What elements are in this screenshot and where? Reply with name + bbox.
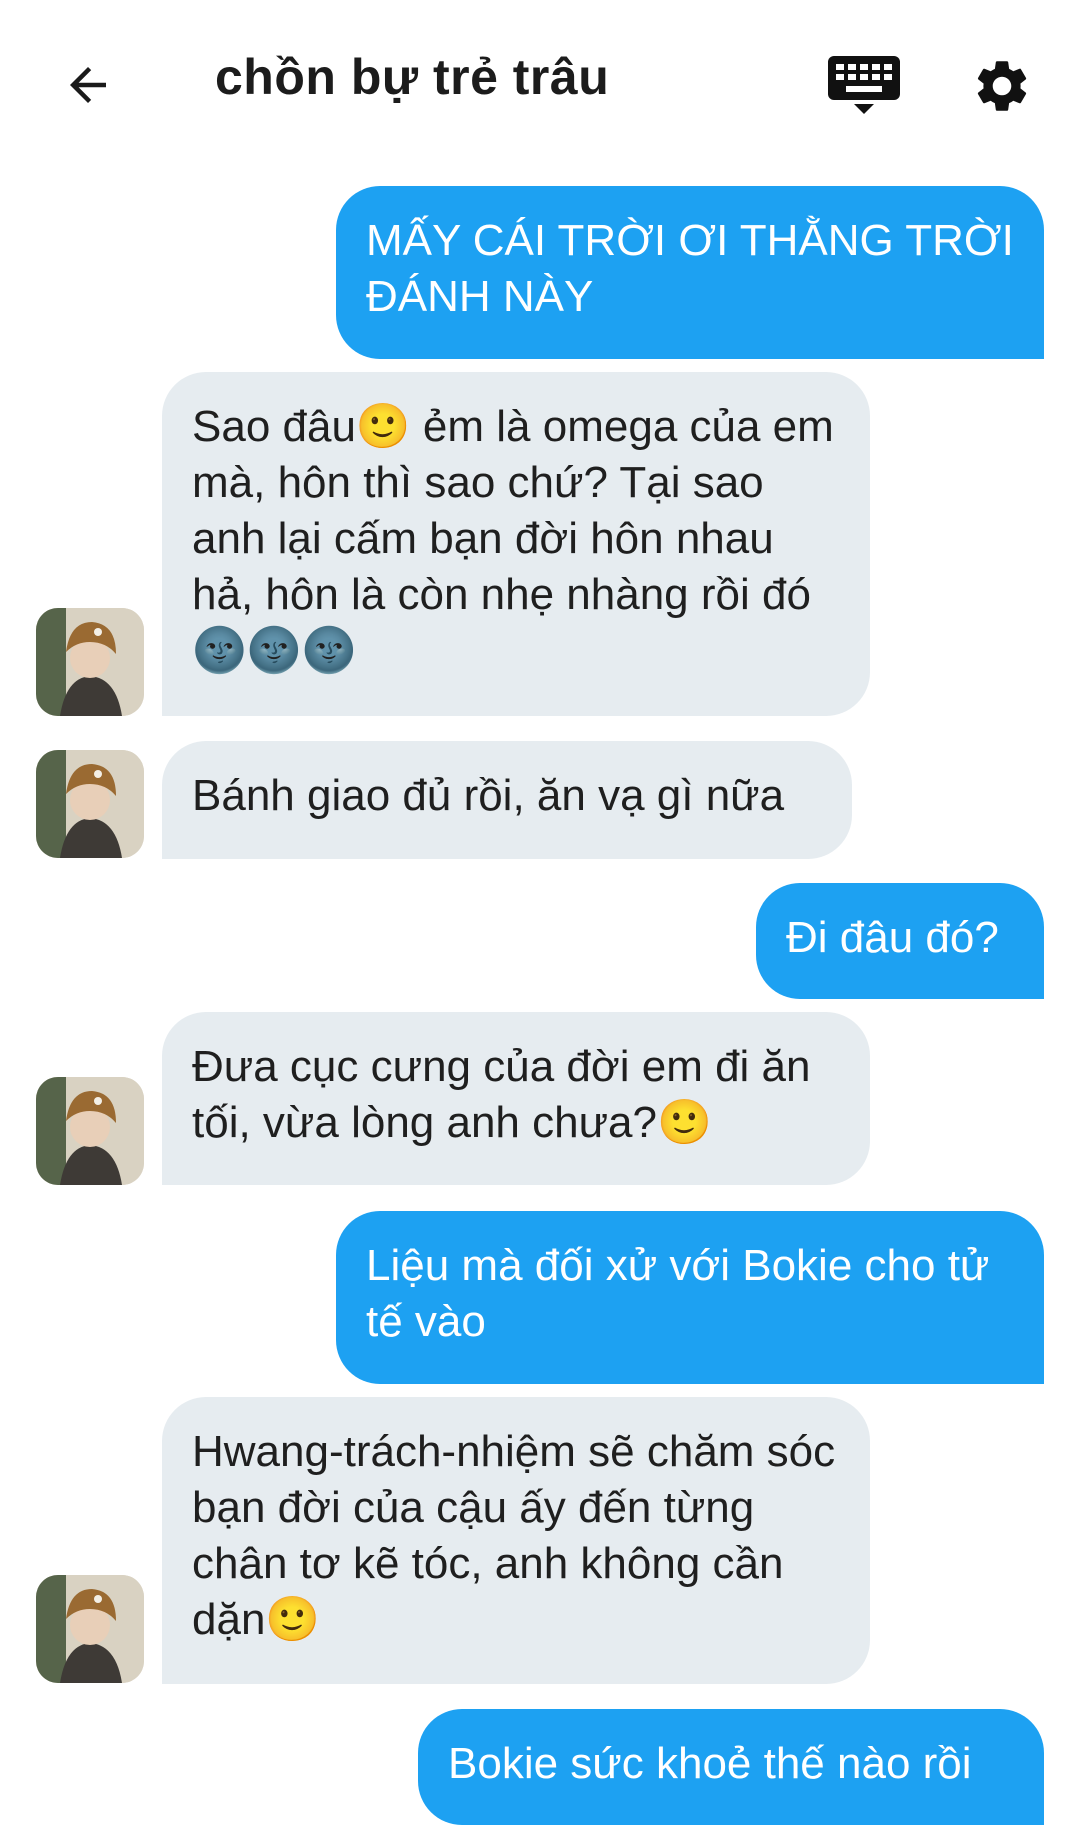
arrow-left-icon	[70, 67, 106, 103]
message-bubble-outgoing[interactable]: MẤY CÁI TRỜI ƠI THẰNG TRỜI ĐÁNH NÀY	[336, 186, 1044, 359]
message-bubble-incoming[interactable]: Bánh giao đủ rồi, ăn vạ gì nữa	[162, 741, 852, 859]
chat-header: chồn bự trẻ trâu	[0, 0, 1080, 170]
avatar[interactable]	[36, 1077, 144, 1185]
avatar-image	[36, 1077, 144, 1185]
message-text: Hwang-trách-nhiệm sẽ chăm sóc bạn đời củ…	[192, 1427, 848, 1644]
message-bubble-incoming[interactable]: Hwang-trách-nhiệm sẽ chăm sóc bạn đời củ…	[162, 1397, 870, 1684]
message-bubble-outgoing[interactable]: Đi đâu đó?	[756, 883, 1044, 999]
message-text: Bokie sức khoẻ thế nào rồi	[448, 1739, 972, 1788]
message-text: Sao đâu🙂 ẻm là omega của em mà, hôn thì …	[192, 402, 847, 675]
keyboard-toggle-button[interactable]	[818, 48, 910, 122]
avatar-image	[36, 750, 144, 858]
message-text: Bánh giao đủ rồi, ăn vạ gì nữa	[192, 771, 785, 820]
gear-icon	[977, 61, 1027, 111]
keyboard-icon	[828, 56, 900, 114]
avatar[interactable]	[36, 1575, 144, 1683]
avatar[interactable]	[36, 750, 144, 858]
message-bubble-outgoing[interactable]: Bokie sức khoẻ thế nào rồi	[418, 1709, 1044, 1825]
settings-button[interactable]	[962, 50, 1042, 122]
message-bubble-incoming[interactable]: Đưa cục cưng của đời em đi ăn tối, vừa l…	[162, 1012, 870, 1185]
message-bubble-outgoing[interactable]: Liệu mà đối xử với Bokie cho tử tế vào	[336, 1211, 1044, 1384]
message-text: Đưa cục cưng của đời em đi ăn tối, vừa l…	[192, 1042, 823, 1147]
message-bubble-incoming[interactable]: Sao đâu🙂 ẻm là omega của em mà, hôn thì …	[162, 372, 870, 716]
avatar-image	[36, 1575, 144, 1683]
avatar[interactable]	[36, 608, 144, 716]
message-text: Liệu mà đối xử với Bokie cho tử tế vào	[366, 1241, 1002, 1346]
back-button[interactable]	[48, 50, 128, 120]
message-text: MẤY CÁI TRỜI ƠI THẰNG TRỜI ĐÁNH NÀY	[366, 216, 1027, 321]
conversation-title: chồn bự trẻ trâu	[215, 49, 610, 105]
message-text: Đi đâu đó?	[786, 913, 999, 962]
avatar-image	[36, 608, 144, 716]
